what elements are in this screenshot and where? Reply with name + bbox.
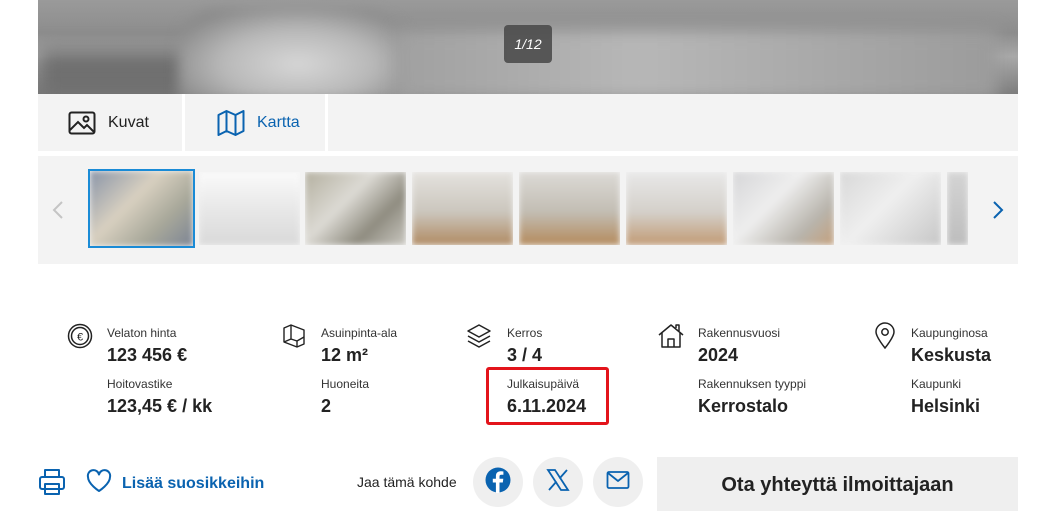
fact-district: Kaupunginosa Keskusta [911, 326, 991, 367]
thumbnail[interactable] [733, 172, 834, 245]
fact-price: Velaton hinta 123 456 € [107, 326, 187, 367]
thumbnail-strip [38, 156, 1018, 264]
map-icon [217, 109, 245, 137]
mail-icon [606, 470, 630, 495]
x-logo-icon [546, 468, 570, 497]
printer-icon [38, 469, 66, 501]
fact-value: Kerrostalo [698, 396, 789, 416]
share-label: Jaa tämä kohde [357, 474, 457, 490]
fact-value: 3 / 4 [507, 345, 543, 365]
action-bar: Lisää suosikkeihin Jaa tämä kohde Ota yh… [0, 455, 1044, 511]
euro-icon: € [66, 322, 94, 350]
fact-label: Huoneita [321, 377, 370, 391]
fact-area: Asuinpinta-ala 12 m² [321, 326, 397, 367]
image-icon [68, 111, 96, 135]
fact-label: Kaupunki [911, 377, 962, 391]
add-favorite-label: Lisää suosikkeihin [122, 474, 265, 492]
thumbnail[interactable] [199, 172, 300, 245]
fact-label: Rakennuksen tyyppi [698, 377, 807, 391]
fact-value: 123 456 € [107, 345, 188, 365]
thumbnail[interactable] [840, 172, 941, 245]
svg-text:€: € [77, 332, 83, 344]
tab-images[interactable]: Kuvat [38, 94, 178, 151]
chevron-left-icon[interactable] [48, 200, 68, 220]
fact-value: Helsinki [911, 396, 981, 416]
house-icon [657, 322, 685, 350]
thumbnail[interactable] [626, 172, 727, 245]
contact-advertiser-button[interactable]: Ota yhteyttä ilmoittajaan [657, 457, 1018, 511]
share-facebook-button[interactable] [473, 457, 523, 507]
thumbnail[interactable] [305, 172, 406, 245]
fact-label: Asuinpinta-ala [321, 326, 398, 340]
gallery-tabs: Kuvat Kartta [38, 94, 1018, 151]
print-button[interactable] [38, 467, 66, 497]
fact-label: Velaton hinta [107, 326, 177, 340]
thumbnail[interactable] [88, 169, 195, 248]
photo-blur [178, 10, 418, 94]
layers-icon [465, 322, 493, 350]
tab-map[interactable]: Kartta [182, 94, 328, 151]
highlight-box [486, 367, 609, 425]
tab-images-label: Kuvat [108, 113, 149, 131]
share-email-button[interactable] [593, 457, 643, 507]
fact-rooms: Huoneita 2 [321, 377, 369, 418]
fact-label: Hoitovastike [107, 377, 173, 391]
add-favorite-button[interactable]: Lisää suosikkeihin [86, 469, 264, 498]
thumbnail[interactable] [947, 172, 968, 245]
fact-label: Rakennusvuosi [698, 326, 781, 340]
thumbnail[interactable] [412, 172, 513, 245]
heart-icon [86, 469, 112, 498]
fact-year: Rakennusvuosi 2024 [698, 326, 780, 367]
fact-value: 2 [321, 396, 332, 416]
fact-building-type: Rakennuksen tyyppi Kerrostalo [698, 377, 806, 418]
photo-blur [398, 30, 998, 94]
image-counter: 1/12 [504, 25, 552, 63]
fact-floor: Kerros 3 / 4 [507, 326, 542, 367]
fact-value: 123,45 € / kk [107, 396, 213, 416]
share-x-button[interactable] [533, 457, 583, 507]
fact-value: 2024 [698, 345, 739, 365]
tab-map-label: Kartta [257, 113, 300, 131]
fact-label: Kerros [507, 326, 543, 340]
fact-value: 12 m² [321, 345, 369, 365]
chevron-right-icon[interactable] [988, 200, 1008, 220]
fact-value: Keskusta [911, 345, 992, 365]
floorplan-icon [280, 322, 308, 350]
location-pin-icon [871, 322, 899, 350]
thumbnail[interactable] [519, 172, 620, 245]
fact-label: Kaupunginosa [911, 326, 988, 340]
fact-fee: Hoitovastike 123,45 € / kk [107, 377, 212, 418]
fact-city: Kaupunki Helsinki [911, 377, 980, 418]
facebook-icon [485, 467, 511, 498]
